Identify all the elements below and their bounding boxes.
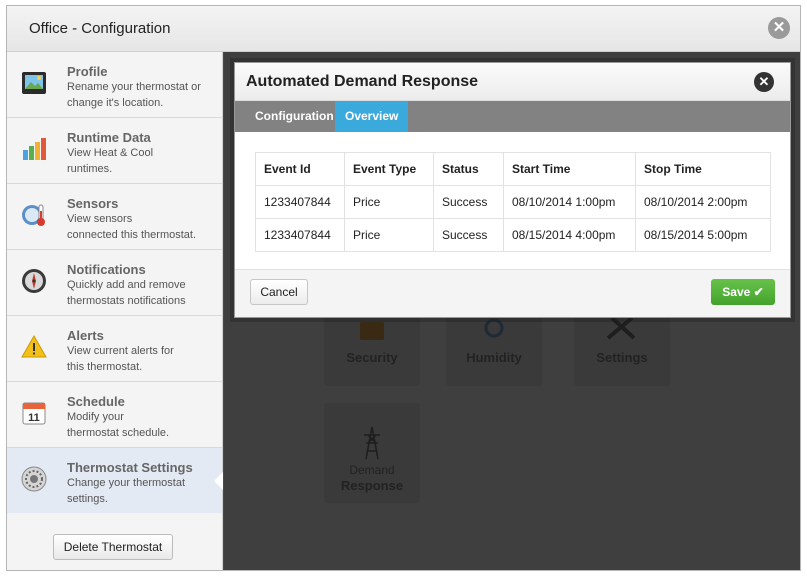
cell-start-time: 08/15/2014 4:00pm [503,218,636,252]
cell-event-id: 1233407844 [255,218,345,252]
modal-title: Automated Demand Response [246,73,479,90]
modal-footer: Cancel Save ✔ [235,269,790,317]
save-button[interactable]: Save ✔ [711,279,775,305]
window-close-icon[interactable]: ✕ [768,17,790,39]
column-header-status: Status [433,152,504,186]
sidebar-item-desc: Change your thermostat [67,477,186,489]
sidebar-item-desc: View current alerts for [67,345,174,357]
active-indicator [214,472,223,490]
power-tower-icon [364,426,380,460]
column-header-stop-time: Stop Time [635,152,771,186]
sidebar-item-label: Profile [67,64,108,79]
sidebar-item-thermostat-settings[interactable]: Thermostat Settings Change your thermost… [7,448,223,514]
cell-event-id: 1233407844 [255,185,345,219]
sidebar-item-desc: thermostat schedule. [67,427,170,439]
sidebar-item-desc: runtimes. [67,163,113,175]
sidebar-item-label: Schedule [67,394,125,409]
cell-start-time: 08/10/2014 1:00pm [503,185,636,219]
cell-stop-time: 08/15/2014 5:00pm [635,218,771,252]
sidebar-item-profile[interactable]: Profile Rename your thermostat or change… [7,52,222,118]
sidebar-item-schedule[interactable]: 11 Schedule Modify your thermostat sched… [7,382,222,448]
cancel-button[interactable]: Cancel [250,279,308,305]
sidebar-item-desc: Modify your [67,411,124,423]
profile-picture-icon [22,72,46,94]
bar-chart-icon [23,138,46,160]
tile-label: Response [340,478,404,493]
table-row: 1233407844 Price Success 08/15/2014 4:00… [255,218,771,252]
warning-icon [21,334,47,358]
delete-thermostat-button[interactable]: Delete Thermostat [53,534,173,560]
sidebar-item-sensors[interactable]: Sensors View sensors connected this ther… [7,184,222,250]
sidebar-item-desc: change it's location. [67,97,164,109]
sidebar-item-desc: View Heat & Cool [67,147,154,159]
tile-label: Settings [596,350,648,365]
cell-event-type: Price [344,218,434,252]
column-header-event-id: Event Id [255,152,345,186]
sidebar-item-label: Thermostat Settings [67,460,193,475]
tab-overview[interactable]: Overview [335,101,409,132]
window-title: Office - Configuration [29,20,171,37]
sidebar-item-notifications[interactable]: Notifications Quickly add and remove the… [7,250,222,316]
table-row: 1233407844 Price Success 08/10/2014 1:00… [255,185,771,219]
modal-close-icon[interactable]: ✕ [754,72,774,92]
sidebar-item-label: Notifications [67,262,146,277]
compass-icon [22,269,46,293]
thermostat-dial-icon [21,466,47,492]
sidebar-item-label: Sensors [67,196,119,211]
events-table: Event Id Event Type Status Start Time St… [255,152,771,252]
sidebar-item-desc: this thermostat. [67,361,143,373]
sidebar-item-label: Runtime Data [67,130,151,145]
tile-demand-response[interactable]: Demand Response [324,403,420,503]
window-header: Office - Configuration ✕ [7,6,800,52]
cell-stop-time: 08/10/2014 2:00pm [635,185,771,219]
cell-event-type: Price [344,185,434,219]
sidebar-item-desc: settings. [67,493,108,505]
calendar-icon: 11 [22,402,46,425]
column-header-event-type: Event Type [344,152,434,186]
sidebar-item-alerts[interactable]: Alerts View current alerts for this ther… [7,316,222,382]
cell-status: Success [433,185,504,219]
sidebar: Profile Rename your thermostat or change… [7,52,223,570]
sidebar-item-label: Alerts [67,328,104,343]
demand-response-modal: Automated Demand Response ✕ Configuratio… [234,62,791,318]
sidebar-item-desc: Rename your thermostat or [67,81,201,93]
table-header-row: Event Id Event Type Status Start Time St… [255,152,771,186]
sidebar-footer: Delete Thermostat [7,513,222,570]
modal-header: Automated Demand Response ✕ [235,63,790,101]
tile-label: Demand [349,463,395,477]
sidebar-item-desc: Quickly add and remove [67,279,186,291]
tile-label: Security [346,350,398,365]
sidebar-item-desc: connected this thermostat. [67,229,197,241]
column-header-start-time: Start Time [503,152,636,186]
thermometer-icon [22,204,45,226]
cell-status: Success [433,218,504,252]
calendar-day: 11 [28,412,40,424]
sidebar-item-desc: thermostats notifications [67,295,186,307]
sidebar-item-desc: View sensors [67,213,133,225]
tab-configuration[interactable]: Configuration [245,101,344,132]
tile-label: Humidity [466,350,522,365]
sidebar-item-runtime-data[interactable]: Runtime Data View Heat & Cool runtimes. [7,118,222,184]
modal-tabbar: Configuration Overview [235,101,790,132]
